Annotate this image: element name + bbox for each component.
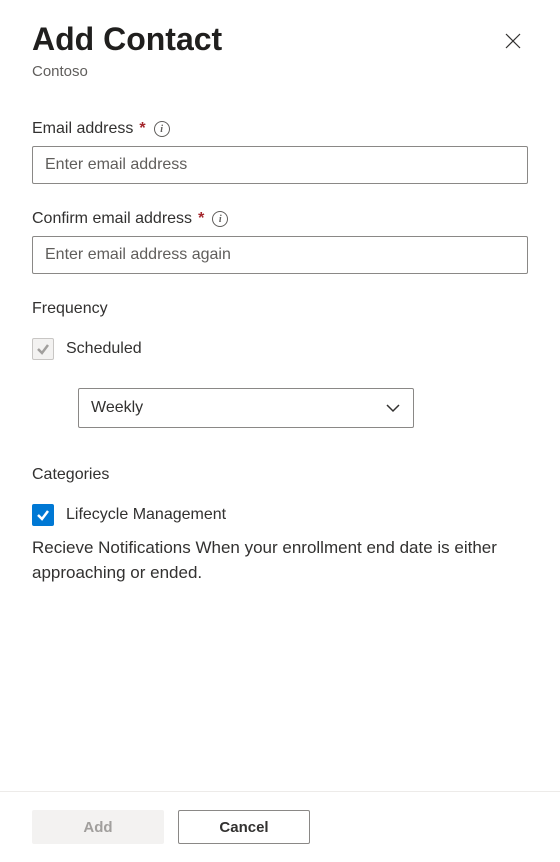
info-icon[interactable]: i <box>212 211 228 227</box>
frequency-dropdown-value: Weekly <box>91 399 143 417</box>
required-marker: * <box>139 120 145 138</box>
categories-section-label: Categories <box>32 466 528 484</box>
scheduled-checkbox <box>32 338 54 360</box>
scheduled-label: Scheduled <box>66 340 142 358</box>
email-field-group: Email address * i <box>32 120 528 184</box>
cancel-button[interactable]: Cancel <box>178 810 310 844</box>
frequency-dropdown[interactable]: Weekly <box>78 388 414 428</box>
lifecycle-description: Recieve Notifications When your enrollme… <box>32 536 528 585</box>
required-marker: * <box>198 210 204 228</box>
confirm-email-field-group: Confirm email address * i <box>32 210 528 274</box>
checkmark-icon <box>36 342 50 356</box>
lifecycle-checkbox-row: Lifecycle Management <box>32 504 528 526</box>
add-button[interactable]: Add <box>32 810 164 844</box>
close-button[interactable] <box>498 26 528 59</box>
email-input[interactable] <box>32 146 528 184</box>
confirm-email-input[interactable] <box>32 236 528 274</box>
confirm-email-label: Confirm email address <box>32 210 192 228</box>
checkmark-icon <box>36 508 50 522</box>
chevron-down-icon <box>385 400 401 416</box>
info-icon[interactable]: i <box>154 121 170 137</box>
email-label: Email address <box>32 120 133 138</box>
page-subtitle: Contoso <box>32 63 528 80</box>
page-title: Add Contact <box>32 20 222 58</box>
frequency-section-label: Frequency <box>32 300 528 318</box>
panel-footer: Add Cancel <box>0 791 560 862</box>
lifecycle-label: Lifecycle Management <box>66 506 226 524</box>
panel-header: Add Contact <box>32 20 528 59</box>
close-icon <box>504 32 522 50</box>
lifecycle-checkbox[interactable] <box>32 504 54 526</box>
scheduled-checkbox-row: Scheduled <box>32 338 528 360</box>
